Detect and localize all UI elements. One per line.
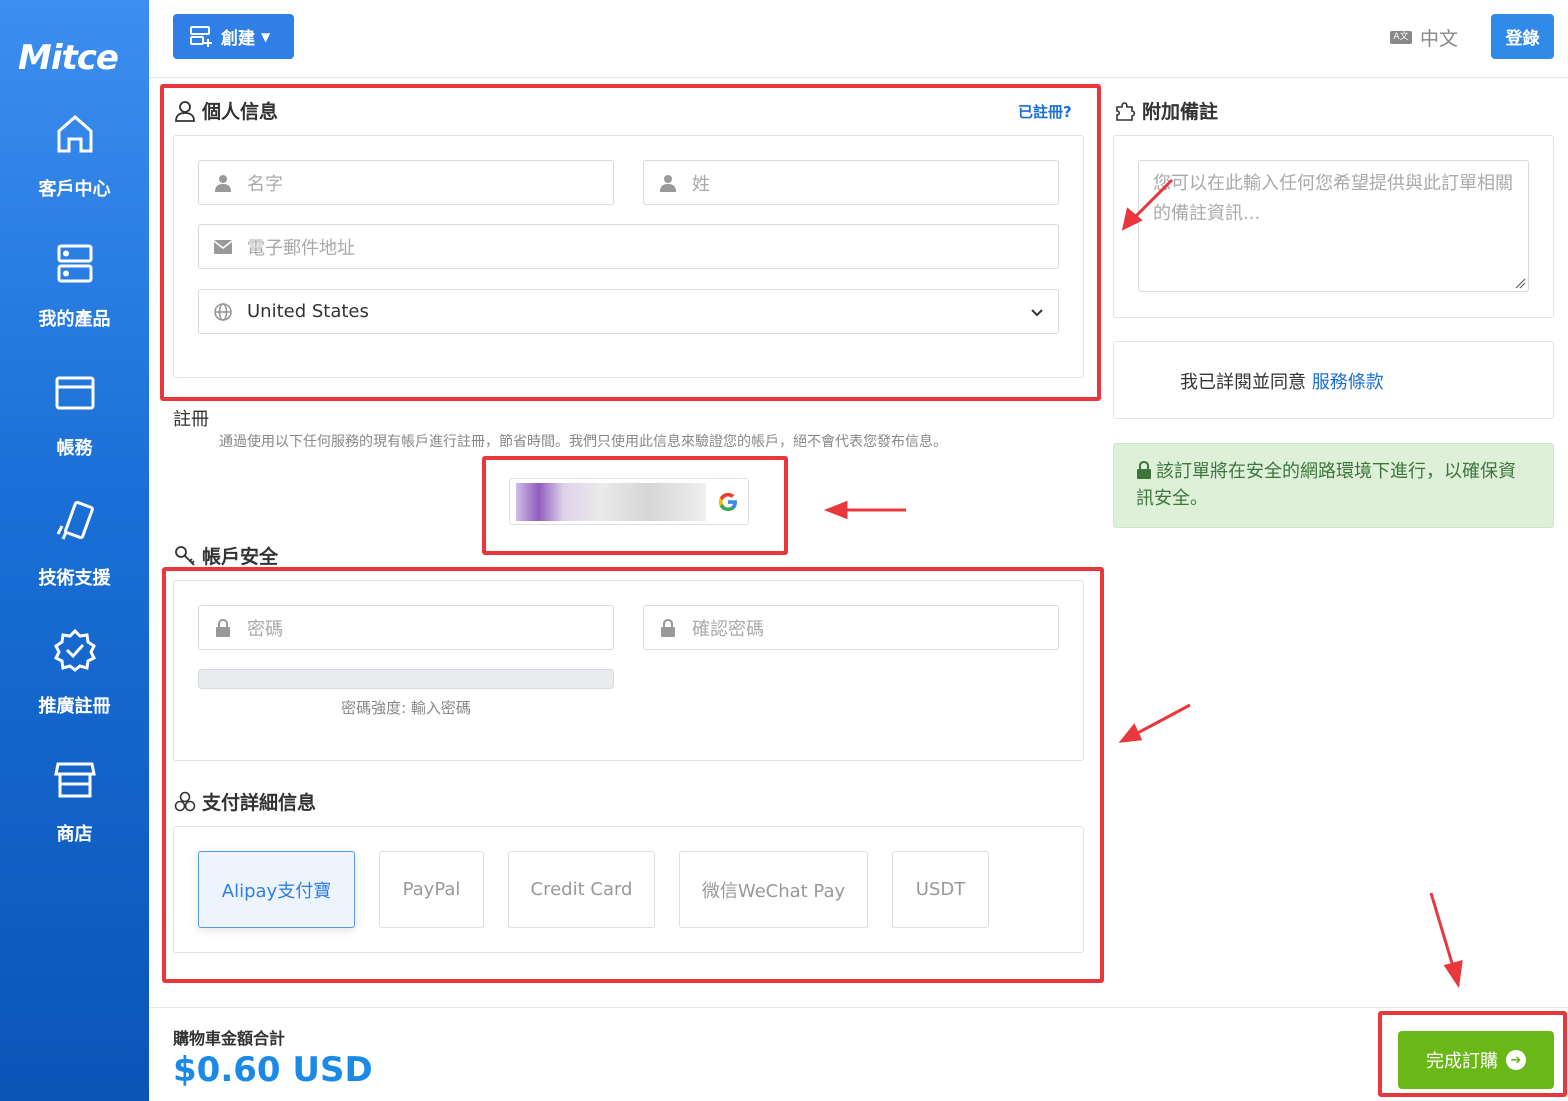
sidebar-item-affiliate[interactable]: 推廣註冊	[0, 628, 149, 718]
country-select[interactable]: United States	[198, 289, 1059, 334]
email-field[interactable]: 電子郵件地址	[198, 224, 1059, 269]
terms-of-service-link[interactable]: 服務條款	[1312, 372, 1384, 393]
arrow-right-circle-icon: ➔	[1506, 1050, 1526, 1070]
sidebar-item-store[interactable]: 商店	[0, 758, 149, 846]
payment-method-paypal[interactable]: PayPal	[379, 851, 484, 928]
sidebar-item-client-center[interactable]: 客戶中心	[0, 113, 149, 201]
already-registered-link[interactable]: 已註冊?	[1018, 101, 1072, 122]
confirm-password-field[interactable]: 確認密碼	[643, 605, 1059, 650]
complete-order-label: 完成訂購	[1426, 1051, 1498, 1072]
chevron-down-icon: ▼	[261, 29, 271, 44]
cart-total-value: $0.60 USD	[173, 1050, 373, 1090]
email-placeholder: 電子郵件地址	[247, 237, 355, 259]
payment-method-usdt[interactable]: USDT	[892, 851, 989, 928]
google-signin-button[interactable]	[509, 478, 749, 525]
user-icon	[175, 100, 195, 122]
sidebar-item-label: 推廣註冊	[38, 696, 111, 717]
password-strength-bar	[198, 669, 614, 689]
payment-method-credit-card[interactable]: Credit Card	[508, 851, 655, 928]
sidebar-item-label: 技術支援	[38, 568, 111, 589]
payment-method-wechat[interactable]: 微信WeChat Pay	[679, 851, 868, 928]
secure-notice-text: 該訂單將在安全的網路環境下進行，以確保資訊安全。	[1136, 461, 1516, 509]
notes-textarea[interactable]: 您可以在此輸入任何您希望提供與此訂單相關的備註資訊...	[1138, 160, 1529, 292]
lock-icon	[213, 618, 233, 637]
store-icon	[53, 762, 96, 798]
translate-icon: A文	[1390, 31, 1412, 44]
personal-info-title: 個人信息	[174, 97, 278, 124]
support-icon	[56, 500, 94, 540]
register-description: 通過使用以下任何服務的現有帳戶進行註冊，節省時間。我們只使用此信息來驗證您的帳戶…	[219, 434, 947, 450]
top-bar: 創建 ▼ A文 中文 登錄	[149, 0, 1568, 78]
badge-check-icon	[53, 628, 96, 672]
terms-prefix: 我已詳閱並同意	[1180, 372, 1306, 393]
globe-icon	[213, 302, 233, 321]
user-icon	[213, 174, 233, 192]
password-placeholder: 密碼	[247, 618, 283, 640]
sidebar-item-label: 我的產品	[38, 309, 111, 330]
last-name-field[interactable]: 姓	[643, 160, 1059, 205]
cart-total-label: 購物車金額合計	[173, 1029, 286, 1048]
register-title: 註冊	[173, 409, 209, 430]
lock-icon	[658, 618, 678, 637]
create-label: 創建	[221, 29, 255, 49]
sidebar-item-support[interactable]: 技術支援	[0, 500, 149, 590]
chevron-down-icon	[1030, 303, 1044, 324]
language-selector[interactable]: A文 中文	[1390, 24, 1458, 51]
sidebar-item-billing[interactable]: 帳務	[0, 372, 149, 460]
server-icon	[57, 244, 92, 283]
language-label: 中文	[1420, 28, 1459, 50]
puzzle-icon	[1116, 101, 1136, 121]
user-icon	[658, 174, 678, 192]
circles-icon	[174, 791, 196, 811]
key-icon	[175, 545, 195, 566]
country-value: United States	[247, 301, 369, 322]
payment-details-title: 支付詳細信息	[174, 788, 316, 815]
lock-icon	[1137, 460, 1151, 479]
sidebar: Mitce 客戶中心 我的產品 帳務 技術支援 推廣註冊 商店	[0, 0, 149, 1101]
order-footer: 購物車金額合計 $0.60 USD 完成訂購 ➔	[149, 1007, 1568, 1101]
create-button[interactable]: 創建 ▼	[173, 14, 294, 59]
additional-notes-title: 附加備註	[1114, 97, 1218, 124]
password-strength-text: 密碼強度: 輸入密碼	[341, 699, 471, 717]
secure-notice: 該訂單將在安全的網路環境下進行，以確保資訊安全。	[1113, 443, 1554, 528]
blurred-account-name	[516, 483, 706, 521]
home-icon	[57, 115, 92, 153]
envelope-icon	[213, 239, 233, 254]
resize-handle-icon[interactable]	[1514, 277, 1526, 289]
sidebar-item-my-products[interactable]: 我的產品	[0, 243, 149, 331]
sidebar-item-label: 帳務	[56, 438, 93, 459]
confirm-password-placeholder: 確認密碼	[692, 618, 764, 640]
terms-text: 我已詳閱並同意 服務條款	[1180, 368, 1384, 394]
arrow-complete	[1429, 892, 1456, 971]
add-server-icon	[190, 25, 212, 47]
credit-card-icon	[55, 376, 94, 410]
password-field[interactable]: 密碼	[198, 605, 614, 650]
arrow-security	[1131, 703, 1191, 738]
sidebar-item-label: 客戶中心	[38, 179, 111, 200]
first-name-field[interactable]: 名字	[198, 160, 614, 205]
payment-method-alipay[interactable]: Alipay支付寶	[198, 851, 355, 928]
login-button[interactable]: 登錄	[1491, 14, 1554, 59]
account-security-title: 帳戶安全	[174, 542, 278, 569]
complete-order-button[interactable]: 完成訂購 ➔	[1398, 1031, 1554, 1089]
google-icon	[718, 492, 737, 511]
logo: Mitce	[18, 38, 119, 78]
sidebar-item-label: 商店	[56, 824, 93, 845]
last-name-placeholder: 姓	[692, 173, 710, 195]
first-name-placeholder: 名字	[247, 173, 283, 195]
